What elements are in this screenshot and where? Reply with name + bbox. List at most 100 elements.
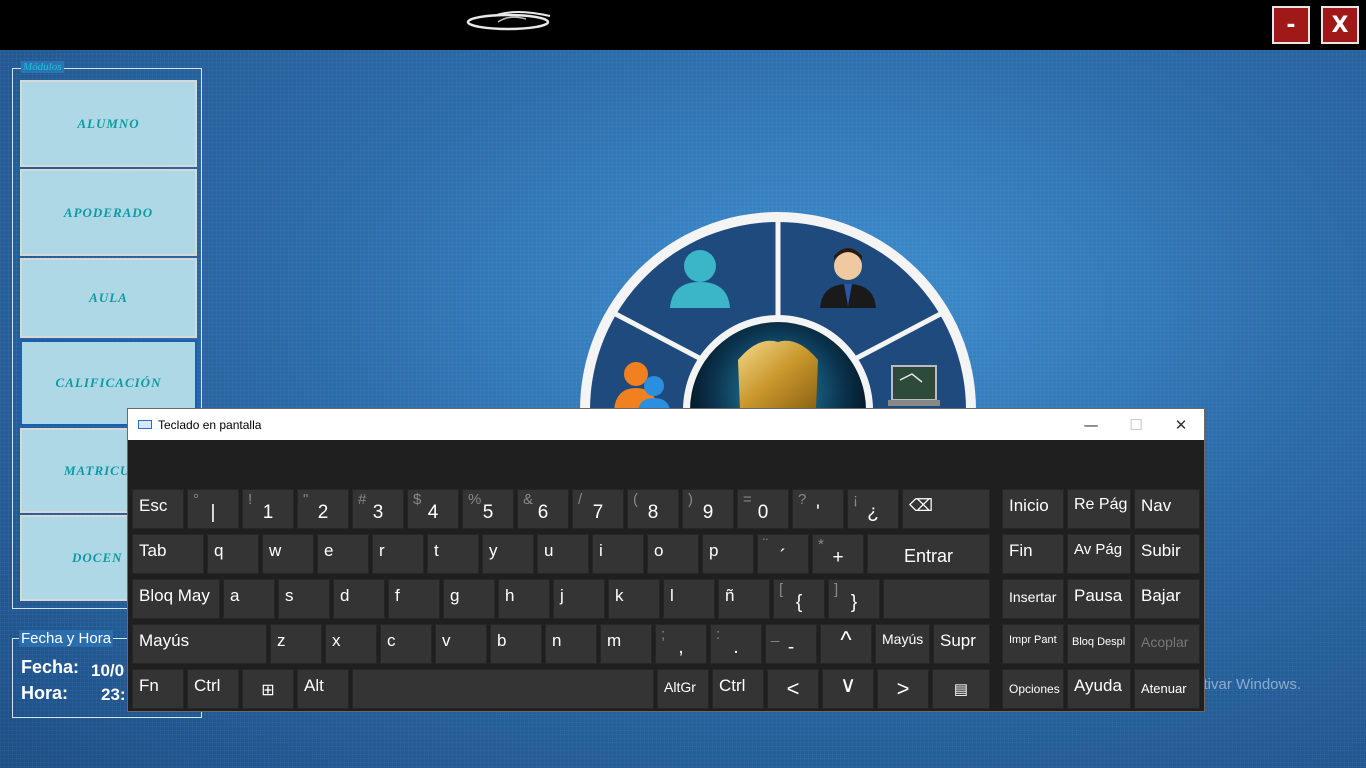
- key-z[interactable]: z: [270, 624, 322, 664]
- key-space[interactable]: [352, 669, 654, 709]
- key-5[interactable]: % 5: [462, 489, 514, 529]
- osk-minimize-button[interactable]: —: [1068, 409, 1114, 440]
- key-insertar[interactable]: Insertar: [1002, 579, 1064, 619]
- key-esc[interactable]: Esc: [132, 489, 184, 529]
- classroom-icon: [888, 365, 940, 406]
- key-windows[interactable]: ⊞: [242, 669, 294, 709]
- fecha-label: Fecha:: [21, 657, 80, 677]
- osk-close-button[interactable]: ✕: [1158, 409, 1204, 440]
- menu-icon: ▤: [953, 681, 969, 698]
- key-p[interactable]: p: [702, 534, 754, 574]
- key-c[interactable]: c: [380, 624, 432, 664]
- key-apostrophe[interactable]: ? ': [792, 489, 844, 529]
- key-nav[interactable]: Nav: [1134, 489, 1200, 529]
- key-g[interactable]: g: [443, 579, 495, 619]
- key-left-brace[interactable]: [{: [773, 579, 825, 619]
- key-av-pag[interactable]: Av Pág: [1067, 534, 1131, 574]
- key-arrow-left[interactable]: <: [767, 669, 819, 709]
- key-u[interactable]: u: [537, 534, 589, 574]
- key-d[interactable]: d: [333, 579, 385, 619]
- key-re-pag[interactable]: Re Pág: [1067, 489, 1131, 529]
- key-fin[interactable]: Fin: [1002, 534, 1064, 574]
- key-v[interactable]: v: [435, 624, 487, 664]
- key-t[interactable]: t: [427, 534, 479, 574]
- key-tab[interactable]: Tab: [132, 534, 204, 574]
- key-q[interactable]: q: [207, 534, 259, 574]
- key-b[interactable]: b: [490, 624, 542, 664]
- key-6[interactable]: & 6: [517, 489, 569, 529]
- key-a[interactable]: a: [223, 579, 275, 619]
- key-2[interactable]: " 2: [297, 489, 349, 529]
- keyboard-icon: [138, 420, 152, 429]
- key-4[interactable]: $4: [407, 489, 459, 529]
- key-r[interactable]: r: [372, 534, 424, 574]
- key-supr[interactable]: Supr: [933, 624, 990, 664]
- key-o[interactable]: o: [647, 534, 699, 574]
- key-l[interactable]: l: [663, 579, 715, 619]
- key-comma[interactable]: ;,: [655, 624, 707, 664]
- key-period[interactable]: :.: [710, 624, 762, 664]
- hora-value: 23:: [101, 685, 126, 704]
- osk-title: Teclado en pantalla: [158, 418, 262, 432]
- key-alt[interactable]: Alt: [297, 669, 349, 709]
- key-arrow-up[interactable]: ^: [820, 624, 872, 664]
- key-ctrl-left[interactable]: Ctrl: [187, 669, 239, 709]
- key-atenuar[interactable]: Atenuar: [1134, 669, 1200, 709]
- key-0[interactable]: = 0: [737, 489, 789, 529]
- key-pipe[interactable]: ° |: [187, 489, 239, 529]
- key-ctrl-right[interactable]: Ctrl: [712, 669, 764, 709]
- key-arrow-down[interactable]: ∨: [822, 669, 874, 709]
- module-aula-button[interactable]: AULA: [20, 258, 197, 338]
- key-x[interactable]: x: [325, 624, 377, 664]
- key-bloq-despl[interactable]: Bloq Despl: [1067, 624, 1131, 664]
- key-s[interactable]: s: [278, 579, 330, 619]
- key-context-menu[interactable]: ▤: [932, 669, 990, 709]
- key-subir[interactable]: Subir: [1134, 534, 1200, 574]
- key-backspace[interactable]: ⌫: [902, 489, 990, 529]
- key-ayuda[interactable]: Ayuda: [1067, 669, 1131, 709]
- key-plus[interactable]: * +: [812, 534, 864, 574]
- key-i[interactable]: i: [592, 534, 644, 574]
- module-alumno-button[interactable]: ALUMNO: [20, 80, 197, 167]
- key-3[interactable]: #3: [352, 489, 404, 529]
- key-acoplar[interactable]: Acoplar: [1134, 624, 1200, 664]
- key-h[interactable]: h: [498, 579, 550, 619]
- key-inverted-question[interactable]: ¡ ¿: [847, 489, 899, 529]
- key-y[interactable]: y: [482, 534, 534, 574]
- key-bajar[interactable]: Bajar: [1134, 579, 1200, 619]
- key-arrow-right[interactable]: >: [877, 669, 929, 709]
- key-n-tilde[interactable]: ñ: [718, 579, 770, 619]
- top-bar: - X: [0, 0, 1366, 50]
- key-altgr[interactable]: AltGr: [657, 669, 709, 709]
- minimize-button[interactable]: -: [1272, 6, 1310, 44]
- key-right-brace[interactable]: ]}: [828, 579, 880, 619]
- osk-maximize-button[interactable]: ☐: [1113, 409, 1159, 440]
- key-fn[interactable]: Fn: [132, 669, 184, 709]
- module-apoderado-button[interactable]: APODERADO: [20, 169, 197, 256]
- key-n[interactable]: n: [545, 624, 597, 664]
- key-enter-lower[interactable]: [883, 579, 990, 619]
- hora-label: Hora:: [21, 683, 69, 703]
- key-inicio[interactable]: Inicio: [1002, 489, 1064, 529]
- key-m[interactable]: m: [600, 624, 652, 664]
- key-minus[interactable]: _ -: [765, 624, 817, 664]
- key-impr-pant[interactable]: Impr Pant: [1002, 624, 1064, 664]
- key-f[interactable]: f: [388, 579, 440, 619]
- key-1[interactable]: ! 1: [242, 489, 294, 529]
- key-k[interactable]: k: [608, 579, 660, 619]
- key-9[interactable]: ) 9: [682, 489, 734, 529]
- key-e[interactable]: e: [317, 534, 369, 574]
- key-acute[interactable]: ¨ ´: [757, 534, 809, 574]
- key-shift-left[interactable]: Mayús: [132, 624, 267, 664]
- key-caps-lock[interactable]: Bloq May: [132, 579, 220, 619]
- arrow-right-icon: >: [896, 676, 910, 701]
- key-j[interactable]: j: [553, 579, 605, 619]
- key-pausa[interactable]: Pausa: [1067, 579, 1131, 619]
- key-w[interactable]: w: [262, 534, 314, 574]
- key-enter[interactable]: Entrar: [867, 534, 990, 574]
- key-8[interactable]: (8: [627, 489, 679, 529]
- close-button[interactable]: X: [1321, 6, 1359, 44]
- key-7[interactable]: /7: [572, 489, 624, 529]
- key-shift-right[interactable]: Mayús: [875, 624, 930, 664]
- key-opciones[interactable]: Opciones: [1002, 669, 1064, 709]
